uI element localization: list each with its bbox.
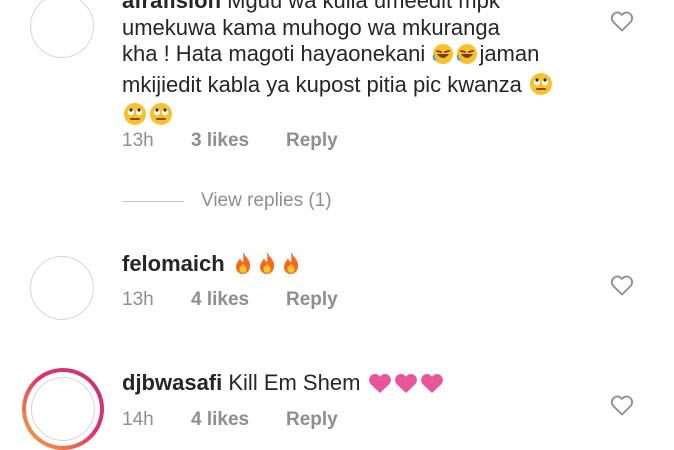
pink-heart-emoji [368, 372, 392, 401]
fire-emoji [280, 251, 302, 282]
eye-roll-emoji [123, 102, 147, 133]
comment-text: felomaich [122, 251, 592, 282]
divider-line [122, 200, 184, 202]
timestamp: 14h [122, 409, 154, 430]
heart-outline-icon[interactable] [610, 274, 634, 296]
avatar[interactable] [30, 256, 94, 320]
view-replies-label[interactable]: View replies (1) [201, 190, 332, 212]
reply-button[interactable]: Reply [286, 409, 338, 431]
pink-heart-emoji [420, 372, 444, 401]
fire-emoji [232, 251, 254, 282]
eye-roll-emoji [529, 72, 553, 103]
avatar[interactable] [30, 0, 94, 58]
comment-text: afrafision Mguu wa kulia umeedit mpk ume… [122, 0, 592, 133]
timestamp: 13h [122, 130, 154, 151]
comment-meta: 13h 3 likes Reply [122, 130, 338, 152]
view-replies[interactable]: View replies (1) [122, 190, 332, 212]
pink-heart-emoji [394, 372, 418, 401]
username[interactable]: afrafision [122, 0, 221, 13]
comment-line: jaman [479, 41, 540, 66]
rofl-emoji [432, 43, 454, 72]
comment-body: Kill Em Shem [228, 370, 361, 395]
reply-button[interactable]: Reply [286, 130, 338, 152]
likes-count[interactable]: 4 likes [191, 409, 286, 431]
fire-emoji [256, 251, 278, 282]
comment-line: kha ! Hata magoti hayaonekani [122, 41, 426, 66]
comment-meta: 13h 4 likes Reply [122, 289, 338, 311]
likes-count[interactable]: 3 likes [191, 130, 286, 152]
avatar [31, 377, 95, 441]
username[interactable]: djbwasafi [122, 370, 222, 395]
reply-button[interactable]: Reply [286, 289, 338, 311]
timestamp: 13h [122, 289, 154, 310]
comment-text: djbwasafi Kill Em Shem [122, 370, 592, 401]
heart-outline-icon[interactable] [610, 394, 634, 416]
comment-line: umekuwa kama muhogo wa mkuranga [122, 14, 500, 40]
likes-count[interactable]: 4 likes [191, 289, 286, 311]
heart-outline-icon[interactable] [610, 10, 634, 32]
avatar-story-ring[interactable] [22, 368, 104, 450]
comment-line: Mguu wa kulia umeedit mpk [227, 0, 500, 13]
rofl-emoji [456, 43, 478, 72]
username[interactable]: felomaich [122, 251, 225, 276]
comment-meta: 14h 4 likes Reply [122, 409, 338, 431]
comment-line: mkijiedit kabla ya kupost pitia pic kwan… [122, 71, 522, 97]
eye-roll-emoji [149, 102, 173, 133]
